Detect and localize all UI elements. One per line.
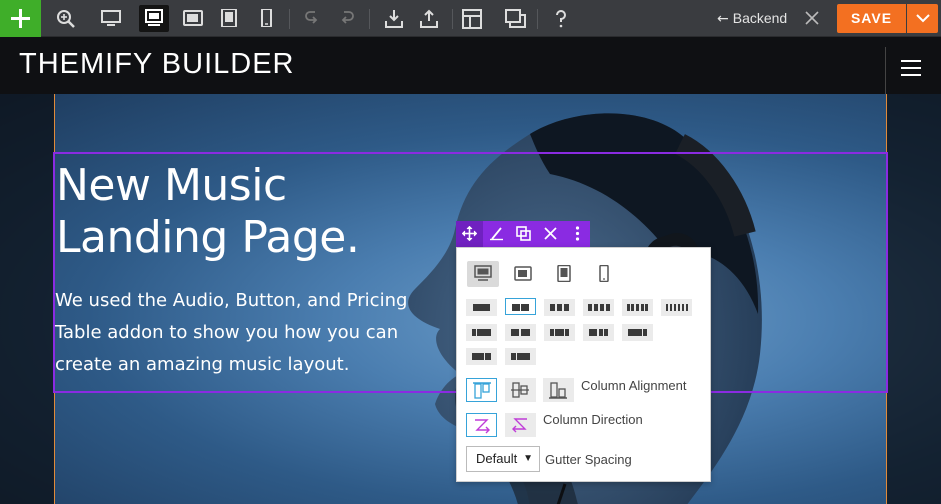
arrow-left-icon: ← — [717, 11, 729, 27]
row-toolbar — [456, 221, 590, 247]
duplicate-page-icon[interactable] — [500, 5, 530, 32]
desktop-view-icon[interactable] — [96, 5, 126, 32]
zoom-icon[interactable] — [51, 5, 81, 32]
desktop-active-view-icon[interactable] — [139, 5, 169, 32]
direction-ltr-button[interactable] — [466, 413, 497, 437]
align-top-icon — [473, 382, 491, 399]
toolbar-divider — [289, 9, 290, 29]
grid-6-col[interactable] — [661, 299, 692, 316]
move-icon[interactable] — [456, 221, 483, 247]
direction-ltr-icon — [475, 419, 490, 434]
grid-3-1-col[interactable] — [622, 324, 653, 341]
grid-1-2-1-col[interactable] — [544, 324, 575, 341]
grid-2-1-1-col[interactable] — [583, 324, 614, 341]
gutter-spacing-select[interactable]: Default ▼ — [466, 446, 540, 472]
direction-rtl-button[interactable] — [505, 413, 536, 437]
save-button[interactable]: SAVE — [837, 4, 906, 33]
grid-3-1-alt-col[interactable] — [466, 348, 497, 365]
grid-4-col[interactable] — [583, 299, 614, 316]
delete-icon[interactable] — [537, 221, 564, 247]
align-middle-icon — [511, 382, 529, 398]
grid-1-col[interactable] — [466, 299, 497, 316]
site-title[interactable]: THEMIFY BUILDER — [19, 48, 295, 81]
grid-3-col[interactable] — [544, 299, 575, 316]
align-middle-button[interactable] — [505, 378, 536, 402]
save-options-button[interactable] — [907, 4, 938, 33]
undo-icon[interactable] — [297, 5, 327, 32]
grid-5-col[interactable] — [622, 299, 653, 316]
mobile-view-icon[interactable] — [251, 5, 281, 32]
site-header: THEMIFY BUILDER — [0, 37, 941, 94]
align-bottom-icon — [549, 382, 567, 399]
column-alignment-label: Column Alignment — [581, 378, 687, 393]
row-options-panel: Column Alignment Column Direction Defaul… — [456, 247, 711, 482]
grid-1-3-alt-col[interactable] — [505, 348, 536, 365]
export-icon[interactable] — [414, 5, 444, 32]
hero-left-shade — [0, 94, 54, 504]
grid-1-3-col[interactable] — [466, 324, 497, 341]
caret-down-icon: ▼ — [523, 453, 533, 464]
toolbar-divider — [369, 9, 370, 29]
chevron-down-icon — [916, 14, 930, 23]
align-bottom-button[interactable] — [543, 378, 574, 402]
hero-description[interactable]: We used the Audio, Button, and Pricing T… — [55, 285, 415, 381]
duplicate-icon[interactable] — [510, 221, 537, 247]
toolbar-divider — [452, 9, 453, 29]
direction-rtl-icon — [512, 418, 527, 433]
hero-right-shade — [887, 94, 941, 504]
header-divider — [885, 47, 886, 94]
builder-toolbar: ← Backend SAVE — [0, 0, 941, 37]
hero-heading[interactable]: New Music Landing Page. — [56, 160, 416, 264]
align-top-button[interactable] — [466, 378, 497, 402]
grid-2-2-col[interactable] — [505, 324, 536, 341]
panel-tablet-landscape-icon[interactable] — [507, 261, 539, 287]
column-direction-label: Column Direction — [543, 412, 643, 427]
import-icon[interactable] — [379, 5, 409, 32]
more-options-icon[interactable] — [564, 221, 591, 247]
panel-tablet-icon[interactable] — [548, 261, 580, 287]
panel-mobile-icon[interactable] — [588, 261, 620, 287]
gutter-select-value: Default — [476, 451, 518, 466]
help-icon[interactable] — [546, 5, 576, 32]
edit-icon[interactable] — [483, 221, 510, 247]
hamburger-menu-icon[interactable] — [901, 60, 921, 76]
tablet-view-icon[interactable] — [214, 5, 244, 32]
backend-link[interactable]: ← Backend — [717, 10, 787, 27]
builder-screen: ← Backend SAVE THEMIFY BUILDER New Music… — [0, 0, 941, 504]
tablet-landscape-view-icon[interactable] — [178, 5, 208, 32]
add-module-button[interactable] — [0, 0, 41, 37]
layouts-icon[interactable] — [457, 5, 487, 32]
panel-desktop-icon[interactable] — [467, 261, 499, 287]
redo-icon[interactable] — [332, 5, 362, 32]
backend-label: Backend — [732, 10, 788, 26]
close-icon[interactable] — [803, 8, 821, 33]
grid-2-col[interactable] — [505, 298, 536, 315]
gutter-spacing-label: Gutter Spacing — [545, 452, 632, 467]
toolbar-divider — [537, 9, 538, 29]
